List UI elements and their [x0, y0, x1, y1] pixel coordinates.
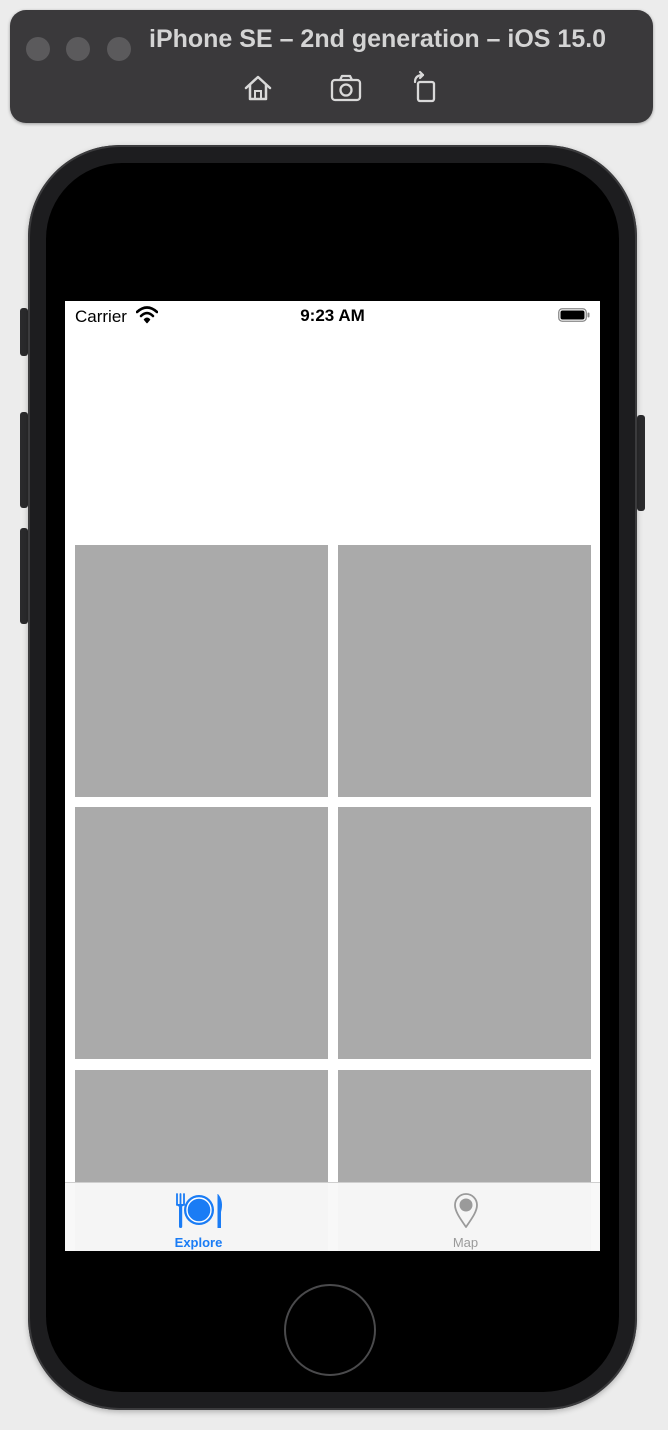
tab-label-map: Map [452, 1235, 479, 1250]
minimize-window-button[interactable] [66, 37, 90, 61]
tab-map[interactable]: Map [332, 1183, 599, 1251]
rotate-icon [413, 70, 436, 103]
mute-switch [20, 308, 28, 356]
status-time: 9:23 AM [300, 306, 365, 325]
home-button-tool[interactable] [240, 70, 276, 106]
simulator-title-bar: iPhone SE – 2nd generation – iOS 15.0 [10, 10, 653, 123]
fork-plate-knife-icon [175, 1193, 222, 1228]
map-pin-icon [453, 1193, 478, 1228]
app-screen: Carrier 9:23 AM Explore Map [65, 301, 600, 1251]
camera-icon [330, 74, 362, 102]
status-bar: Carrier 9:23 AM [65, 301, 600, 331]
battery-icon [558, 308, 590, 322]
close-window-button[interactable] [26, 37, 50, 61]
collection-grid [65, 301, 600, 1251]
tab-bar: Explore Map [65, 1182, 600, 1251]
tab-label-explore: Explore [174, 1235, 223, 1250]
screenshot-tool[interactable] [328, 70, 364, 106]
grid-cell[interactable] [75, 807, 328, 1059]
rotate-tool[interactable] [407, 70, 443, 106]
simulator-title: iPhone SE – 2nd generation – iOS 15.0 [149, 25, 607, 53]
grid-cell[interactable] [338, 807, 591, 1059]
volume-down-button [20, 528, 28, 624]
device-home-button[interactable] [284, 1284, 376, 1376]
zoom-window-button[interactable] [107, 37, 131, 61]
volume-up-button [20, 412, 28, 508]
home-icon [244, 75, 272, 101]
power-button [637, 415, 645, 511]
grid-cell[interactable] [338, 545, 591, 797]
tab-explore[interactable]: Explore [65, 1183, 332, 1251]
grid-cell[interactable] [75, 545, 328, 797]
